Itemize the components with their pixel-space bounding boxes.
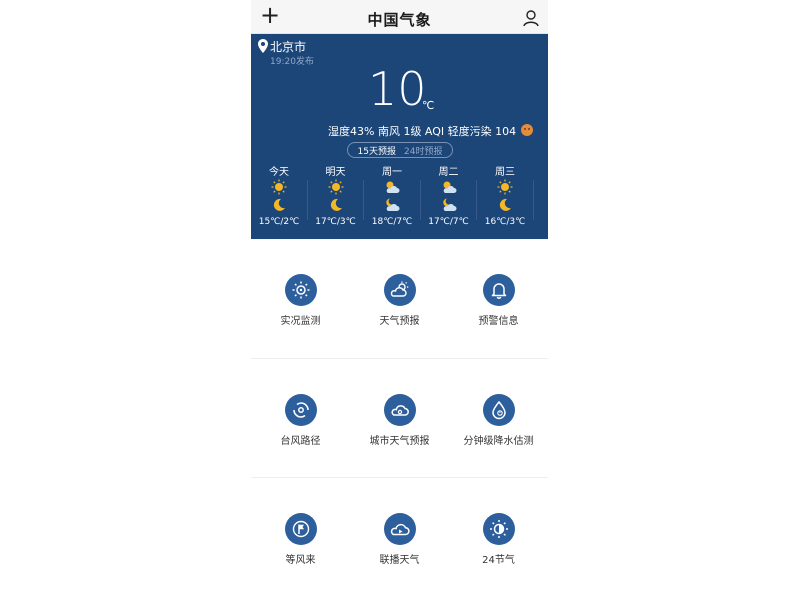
feature-label: 24节气: [482, 555, 515, 566]
app-title: 中国气象: [367, 11, 432, 29]
forecast-divider: [363, 180, 364, 220]
feature-label: 分钟级降水估测: [463, 436, 534, 447]
temperature-unit: ℃: [422, 99, 435, 112]
forecast-day[interactable]: 周三 16℃/3℃: [477, 162, 533, 232]
forecast-day-name: 周一: [382, 167, 402, 178]
forecast-day-temperature: 14℃: [534, 217, 549, 227]
city-name[interactable]: 北京市: [270, 38, 306, 55]
moon-icon: [497, 197, 513, 213]
forecast-day[interactable]: 周 14℃: [534, 162, 549, 232]
cloudy-night-icon: [441, 197, 457, 213]
feature-item[interactable]: 天气预报: [350, 274, 449, 334]
feature-item[interactable]: 联播天气: [350, 513, 449, 573]
cloud-play-icon: [384, 513, 416, 545]
cloudy-night-icon: [384, 197, 400, 213]
forecast-day-temperature: 15℃/2℃: [258, 217, 300, 227]
feature-label: 联播天气: [379, 555, 420, 566]
sun-icon: [271, 179, 287, 195]
moon-icon: [271, 197, 287, 213]
top-bar: + 中国气象: [251, 0, 548, 34]
phone-screen: + 中国气象 北京市 19:20发布 10 ℃ 湿度43% 南风 1级 AQI …: [251, 0, 548, 600]
tab-24-hour[interactable]: 24时预报: [404, 144, 442, 157]
feature-item[interactable]: 分钟级降水估测: [449, 394, 548, 454]
tab-15-day[interactable]: 15天预报: [358, 144, 396, 157]
partly-cloudy-icon: [384, 179, 400, 195]
typhoon-icon: [285, 394, 317, 426]
forecast-tabs: 15天预报 24时预报: [347, 142, 453, 158]
city-cloud-icon: [384, 394, 416, 426]
feature-item[interactable]: 实况监测: [251, 274, 350, 334]
sun-icon: [497, 179, 513, 195]
raindrop-icon: [483, 394, 515, 426]
forecast-day[interactable]: 明天 17℃/3℃: [308, 162, 364, 232]
forecast-day-name: 今天: [269, 167, 289, 178]
forecast-strip[interactable]: 今天 15℃/2℃ 明天 17℃/3℃ 周一 18℃/7℃ 周二 17℃/7℃ 周三 16℃/3℃…: [251, 162, 548, 232]
forecast-divider: [532, 180, 534, 220]
feature-label: 预警信息: [478, 316, 519, 327]
forecast-day[interactable]: 今天 15℃/2℃: [251, 162, 307, 232]
forecast-day[interactable]: 周一 18℃/7℃: [364, 162, 420, 232]
feature-item[interactable]: 台风路径: [251, 394, 350, 454]
grid-row-separator: [251, 358, 548, 359]
feature-item[interactable]: 等风来: [251, 513, 350, 573]
forecast-day[interactable]: 周二 17℃/7℃: [421, 162, 477, 232]
forecast-day-name: 周三: [495, 167, 515, 178]
forecast-day-temperature: 17℃/3℃: [315, 217, 356, 227]
feature-label: 台风路径: [280, 436, 321, 447]
forecast-day-temperature: 17℃/7℃: [428, 217, 469, 227]
publish-time: 19:20发布: [270, 57, 314, 67]
forecast-day-name: 周二: [438, 167, 459, 178]
bell-icon: [483, 274, 515, 306]
forecast-divider: [306, 180, 308, 220]
forecast-day-name: 明天: [325, 167, 346, 178]
flag-icon: [285, 513, 317, 545]
sun-icon: [328, 179, 344, 195]
forecast-day-temperature: 16℃/3℃: [484, 217, 526, 227]
forecast-divider: [419, 180, 421, 220]
forecast-day-name: 周: [534, 163, 549, 178]
current-temperature: 10: [368, 62, 427, 116]
partly-cloudy-icon: [441, 179, 457, 195]
feature-label: 城市天气预报: [369, 436, 430, 447]
sun-monitor-icon: [285, 274, 317, 306]
moon-icon: [328, 197, 344, 213]
feature-grid: 实况监测 天气预报 预警信息台风路径 城市天气预报 分钟级降水估测等风来 联播天气 24节气: [251, 240, 548, 600]
grid-row-separator: [251, 477, 548, 478]
feature-item[interactable]: 24节气: [449, 513, 548, 573]
forecast-divider: [476, 180, 477, 220]
weather-forecast-icon: [384, 274, 416, 306]
current-weather-panel: 北京市 19:20发布 10 ℃ 湿度43% 南风 1级 AQI 轻度污染 10…: [251, 34, 548, 239]
solar-term-icon: [483, 513, 515, 545]
feature-label: 天气预报: [379, 316, 420, 327]
feature-item[interactable]: 预警信息: [449, 274, 548, 334]
feature-item[interactable]: 城市天气预报: [350, 394, 449, 454]
forecast-day-temperature: 18℃/7℃: [371, 217, 413, 227]
location-pin-icon: [258, 39, 268, 53]
user-button[interactable]: [522, 9, 540, 27]
feature-label: 等风来: [285, 555, 316, 566]
weather-details: 湿度43% 南风 1级 AQI 轻度污染 104: [328, 125, 517, 138]
feature-label: 实况监测: [280, 316, 321, 327]
aqi-face-icon: [521, 124, 533, 136]
user-icon: [523, 10, 539, 27]
